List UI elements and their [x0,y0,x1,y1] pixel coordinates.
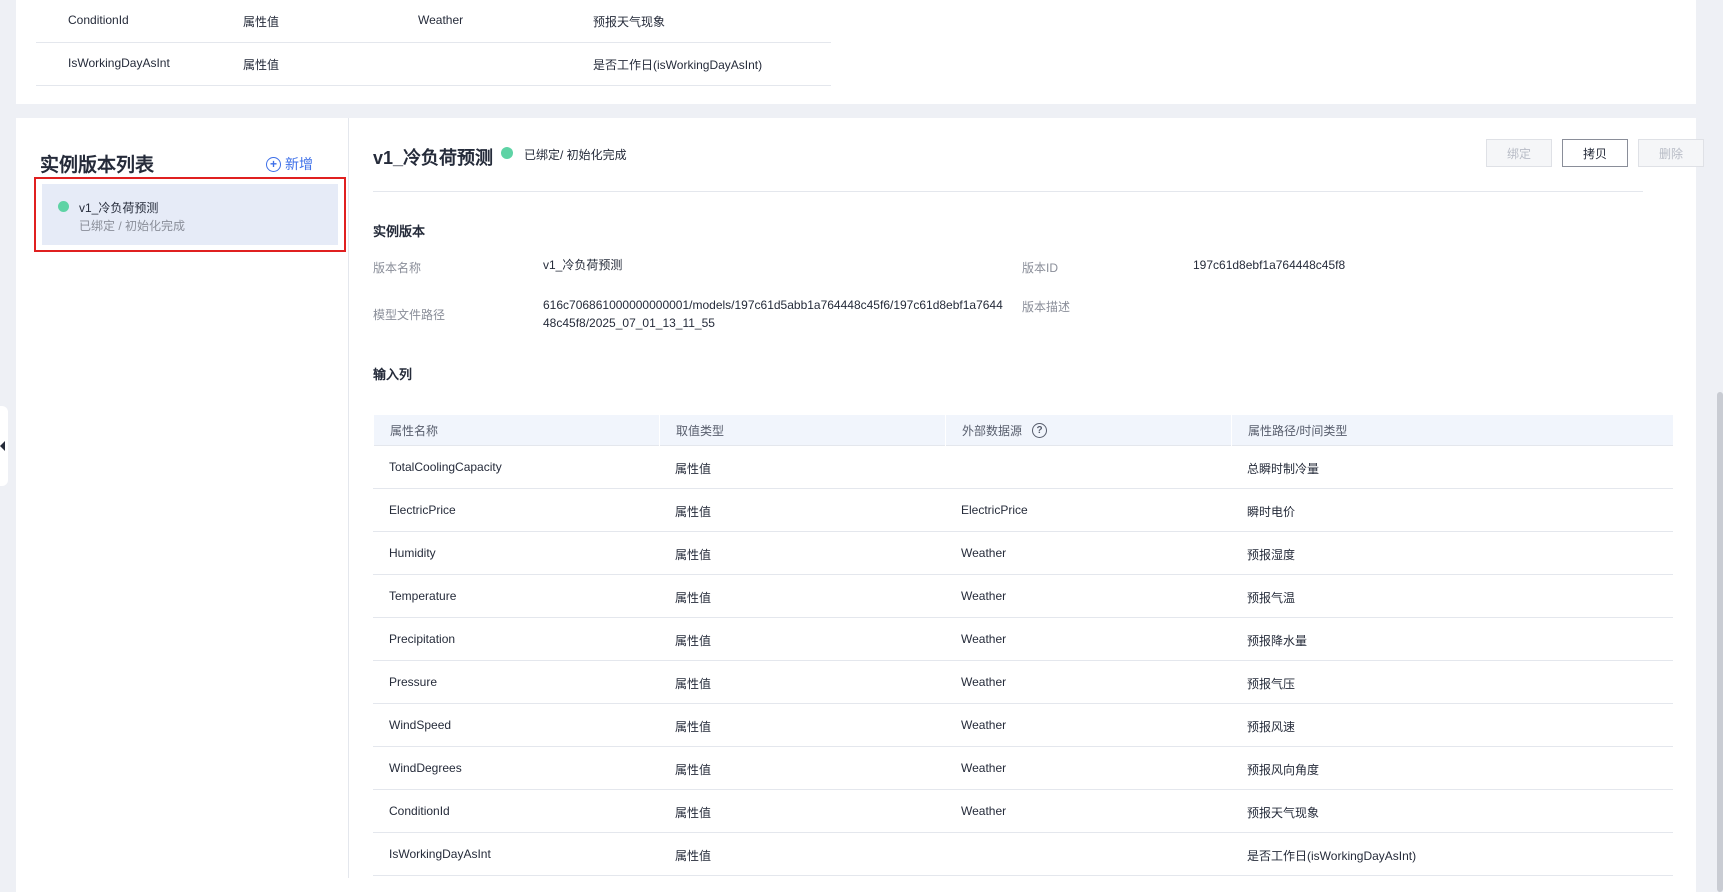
cell-attr-name: Precipitation [389,632,456,646]
cell-value-type: 属性值 [675,548,712,562]
cell-attr-path: 总瞬时制冷量 [1247,462,1320,476]
table-row: Pressure 属性值 Weather 预报气压 [373,661,1673,704]
cell-value-type: 属性值 [675,634,712,648]
cell-attr-path: 瞬时电价 [1247,505,1296,519]
cell-external-source: Weather [961,546,1007,560]
cell-type: 属性值 [243,58,280,72]
cell-external-source: Weather [961,804,1007,818]
cell-attr-name: ConditionId [389,804,450,818]
cell-attr-name: Humidity [389,546,436,560]
table-header: 属性名称 取值类型 外部数据源 ? 属性路径/时间类型 [373,415,1673,446]
cell-value-type: 属性值 [675,763,712,777]
cell-attr-path: 预报风向角度 [1247,763,1320,777]
cell-value-type: 属性值 [675,591,712,605]
header-attr-name: 属性名称 [373,415,659,446]
header-external-source: 外部数据源 ? [945,415,1231,446]
add-version-button[interactable]: + 新增 [266,154,313,174]
cell-value-type: 属性值 [675,849,712,863]
cell-value-type: 属性值 [675,806,712,820]
cell-attr-path: 预报风速 [1247,720,1296,734]
cell-attr-name: ElectricPrice [389,503,456,517]
version-desc-label: 版本描述 [1022,300,1071,314]
version-list-panel: 实例版本列表 + 新增 v1_冷负荷预测 已绑定 / 初始化完成 [16,118,349,878]
previous-table-card: ConditionId 属性值 Weather 预报天气现象 IsWorking… [16,0,1696,104]
cell-attr-name: IsWorkingDayAsInt [389,847,491,861]
cell-attr-name: WindDegrees [389,761,462,775]
cell-name: IsWorkingDayAsInt [68,56,170,70]
cell-attr-name: TotalCoolingCapacity [389,460,502,474]
cell-attr-name: Temperature [389,589,457,603]
version-list-title: 实例版本列表 [40,155,155,176]
bind-button[interactable]: 绑定 [1486,139,1552,167]
section-title-input: 输入列 [373,367,413,382]
cell-path: 预报天气现象 [593,15,666,29]
cell-attr-path: 预报气温 [1247,591,1296,605]
table-row: TotalCoolingCapacity 属性值 总瞬时制冷量 [373,446,1673,489]
cell-attr-path: 是否工作日(isWorkingDayAsInt) [1247,849,1417,863]
version-item-status: 已绑定 / 初始化完成 [79,219,186,233]
table-row: ElectricPrice 属性值 ElectricPrice 瞬时电价 [373,489,1673,532]
version-title: v1_冷负荷预测 [373,148,494,168]
cell-external-source: Weather [961,589,1007,603]
instance-version-card: 实例版本列表 + 新增 v1_冷负荷预测 已绑定 / 初始化完成 v1_冷负荷预… [16,118,1704,892]
version-name-value: v1_冷负荷预测 [543,258,623,272]
status-dot-icon [501,147,513,159]
divider [373,191,1643,192]
header-value-type: 取值类型 [659,415,945,446]
selected-highlight-frame: v1_冷负荷预测 已绑定 / 初始化完成 [34,177,346,252]
table-row: ConditionId 属性值 Weather 预报天气现象 [373,790,1673,833]
cell-attr-name: WindSpeed [389,718,452,732]
cell-external-source: ElectricPrice [961,503,1028,517]
header-attr-path: 属性路径/时间类型 [1231,415,1673,446]
table-row: Humidity 属性值 Weather 预报湿度 [373,532,1673,575]
cell-attr-path: 预报降水量 [1247,634,1308,648]
cell-value-type: 属性值 [675,505,712,519]
cell-external-source: Weather [961,632,1007,646]
version-id-value: 197c61d8ebf1a764448c45f8 [1193,258,1346,272]
table-row: WindDegrees 属性值 Weather 预报风向角度 [373,747,1673,790]
delete-button[interactable]: 删除 [1638,139,1704,167]
model-path-line1: 616c706861000000000001/models/197c61d5ab… [543,298,1003,312]
status-badge: 已绑定/ 初始化完成 [524,148,627,162]
version-detail-panel: v1_冷负荷预测 已绑定/ 初始化完成 绑定 拷贝 删除 实例版本 版本名称 v… [349,118,1704,878]
cell-value-type: 属性值 [675,720,712,734]
model-path-label: 模型文件路径 [373,308,446,322]
cell-value-type: 属性值 [675,462,712,476]
cell-external-source: Weather [961,761,1007,775]
table-row: Precipitation 属性值 Weather 预报降水量 [373,618,1673,661]
table-row: WindSpeed 属性值 Weather 预报风速 [373,704,1673,747]
version-list-item[interactable]: v1_冷负荷预测 已绑定 / 初始化完成 [42,184,338,245]
cell-attr-path: 预报湿度 [1247,548,1296,562]
collapse-handle[interactable] [0,406,8,486]
add-version-label: 新增 [285,156,313,172]
table-row: Temperature 属性值 Weather 预报气温 [373,575,1673,618]
copy-button[interactable]: 拷贝 [1562,139,1628,167]
table-row: IsWorkingDayAsInt 属性值 是否工作日(isWorkingDay… [36,43,831,86]
scrollbar[interactable] [1717,392,1723,892]
cell-type: 属性值 [243,15,280,29]
input-columns-table: 属性名称 取值类型 外部数据源 ? 属性路径/时间类型 TotalCooling… [373,415,1673,876]
model-path-line2: 48c45f8/2025_07_01_13_11_55 [543,316,715,330]
cell-attr-path: 预报气压 [1247,677,1296,691]
plus-circle-icon: + [266,156,281,172]
help-icon[interactable]: ? [1032,423,1048,438]
cell-source: Weather [418,13,464,27]
version-item-name: v1_冷负荷预测 [79,201,159,215]
cell-attr-path: 预报天气现象 [1247,806,1320,820]
cell-attr-name: Pressure [389,675,438,689]
version-name-label: 版本名称 [373,261,422,275]
cell-external-source: Weather [961,675,1007,689]
table-row: ConditionId 属性值 Weather 预报天气现象 [36,0,831,43]
table-body: TotalCoolingCapacity 属性值 总瞬时制冷量 ElectricPri… [373,446,1673,876]
table-row: IsWorkingDayAsInt 属性值 是否工作日(isWorkingDayAs… [373,833,1673,876]
cell-path: 是否工作日(isWorkingDayAsInt) [593,58,763,72]
cell-external-source: Weather [961,718,1007,732]
cell-value-type: 属性值 [675,677,712,691]
previous-table: ConditionId 属性值 Weather 预报天气现象 IsWorking… [36,0,831,86]
section-title-version: 实例版本 [373,224,426,239]
status-dot-icon [58,201,69,212]
cell-name: ConditionId [68,13,129,27]
version-id-label: 版本ID [1022,261,1059,275]
